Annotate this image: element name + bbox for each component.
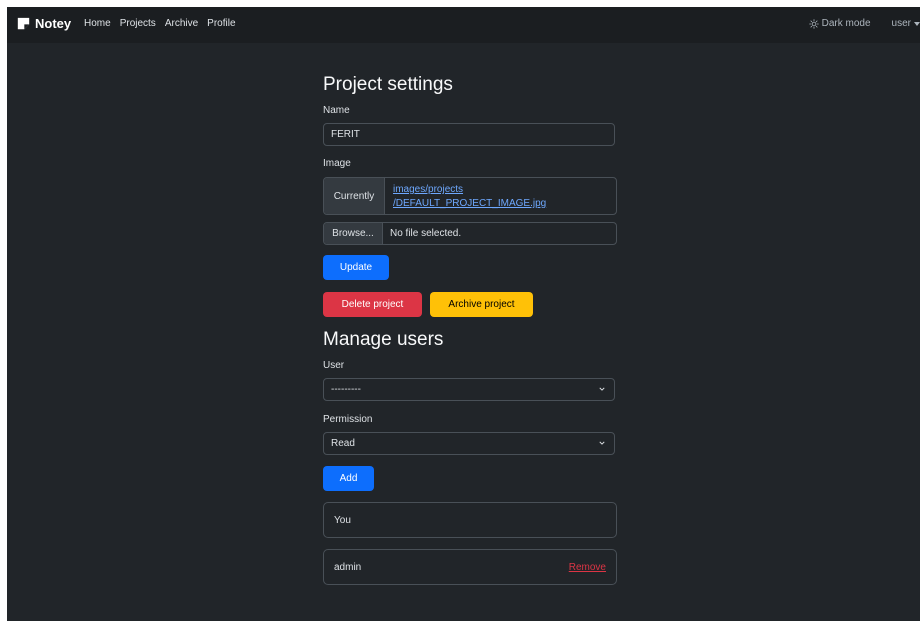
add-user-button[interactable]: Add [323, 466, 374, 491]
nav-link-profile[interactable]: Profile [207, 18, 235, 29]
dark-mode-toggle[interactable]: Dark mode [808, 18, 871, 29]
navbar: Notey Home Projects Archive Profile Dark… [7, 7, 920, 43]
user-menu-dropdown[interactable]: user [892, 18, 920, 29]
nav-link-projects[interactable]: Projects [120, 18, 156, 29]
file-status-text: No file selected. [390, 228, 462, 239]
nav-right: Dark mode user [808, 18, 920, 29]
browse-button[interactable]: Browse... [324, 223, 383, 244]
name-input-value: FERIT [331, 129, 360, 140]
nav-link-archive[interactable]: Archive [165, 18, 198, 29]
chevron-down-icon [599, 387, 605, 391]
member-card-you: You [323, 502, 617, 538]
user-select-value: --------- [331, 384, 361, 395]
currently-label: Currently [324, 178, 385, 214]
brand-link[interactable]: Notey [17, 16, 71, 31]
chevron-down-icon [599, 441, 605, 445]
current-image-group: Currently images/projects /DEFAULT_PROJE… [323, 177, 617, 215]
member-name: You [334, 514, 351, 526]
current-image-link[interactable]: images/projects /DEFAULT_PROJECT_IMAGE.j… [385, 178, 546, 214]
name-input[interactable]: FERIT [323, 123, 615, 146]
permission-select-value: Read [331, 438, 355, 449]
member-card-admin: admin Remove [323, 549, 617, 585]
notey-logo-icon [17, 17, 30, 30]
project-settings-title: Project settings [323, 74, 453, 95]
permission-select[interactable]: Read [323, 432, 615, 455]
nav-links: Home Projects Archive Profile [84, 18, 236, 29]
user-select[interactable]: --------- [323, 378, 615, 401]
update-button[interactable]: Update [323, 255, 389, 280]
brand-name: Notey [35, 16, 72, 31]
name-label: Name [323, 105, 350, 116]
member-name: admin [334, 561, 362, 573]
current-image-path-line1: images/projects [393, 184, 464, 195]
permission-label: Permission [323, 414, 373, 425]
archive-project-button[interactable]: Archive project [430, 292, 533, 317]
dark-mode-label: Dark mode [821, 18, 871, 29]
nav-link-home[interactable]: Home [84, 18, 111, 29]
user-label: User [323, 360, 345, 371]
remove-member-link[interactable]: Remove [569, 562, 606, 573]
sun-icon [808, 18, 819, 29]
image-label: Image [323, 158, 351, 169]
file-input[interactable]: Browse... No file selected. [323, 222, 617, 245]
user-menu-label: user [891, 18, 911, 29]
app-window: Notey Home Projects Archive Profile Dark… [7, 7, 920, 621]
current-image-path-line2: /DEFAULT_PROJECT_IMAGE.jpg [393, 198, 547, 209]
delete-project-button[interactable]: Delete project [323, 292, 422, 317]
caret-down-icon [914, 21, 920, 26]
manage-users-title: Manage users [323, 329, 444, 350]
